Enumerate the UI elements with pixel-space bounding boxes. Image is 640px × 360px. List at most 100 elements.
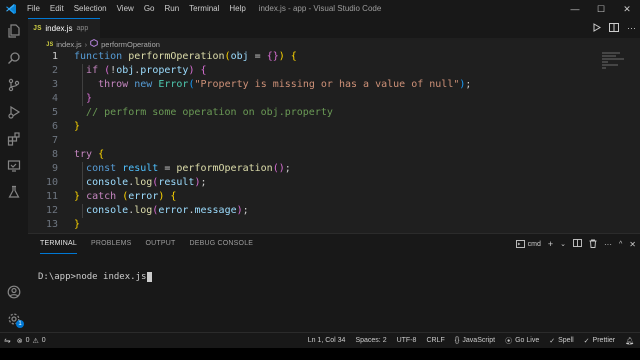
line-number: 12 <box>45 205 58 216</box>
tab-terminal[interactable]: TERMINAL <box>40 234 77 254</box>
code-text: // perform some operation on obj.propert… <box>86 107 333 118</box>
settings-gear-icon[interactable]: 1 <box>4 309 24 329</box>
split-editor-icon[interactable] <box>609 22 619 34</box>
menu-run[interactable]: Run <box>159 0 184 18</box>
check-icon: ✓ <box>549 337 556 345</box>
terminal-shell-selector[interactable]: cmd <box>515 240 541 248</box>
tab-index-js[interactable]: JS index.js app <box>28 18 100 38</box>
extensions-icon[interactable] <box>4 129 24 149</box>
tab-debug-console[interactable]: DEBUG CONSOLE <box>189 234 253 254</box>
window-controls: — ☐ ✕ <box>562 0 640 18</box>
menu-bar: File Edit Selection View Go Run Terminal… <box>22 0 251 18</box>
go-live-button[interactable]: ⦿ Go Live <box>505 336 539 346</box>
menu-terminal[interactable]: Terminal <box>184 0 224 18</box>
code-line: 6} <box>28 120 640 134</box>
terminal-output[interactable]: D:\app>node index.js <box>38 272 153 282</box>
run-file-icon[interactable] <box>592 22 601 34</box>
terminal-shell-name: cmd <box>527 240 541 248</box>
indentation[interactable]: Spaces: 2 <box>355 337 386 344</box>
code-line: 13} <box>28 218 640 232</box>
minimize-button[interactable]: — <box>562 0 588 18</box>
split-terminal-icon[interactable] <box>573 239 582 249</box>
editor-actions: ··· <box>592 18 636 38</box>
go-live-label: Go Live <box>515 337 540 344</box>
line-number: 6 <box>51 121 58 132</box>
account-icon[interactable] <box>4 282 24 302</box>
line-number: 3 <box>51 79 58 90</box>
code-text: const result = performOperation(); <box>86 163 291 174</box>
line-number: 10 <box>45 177 58 188</box>
trash-icon[interactable] <box>589 239 597 250</box>
line-number: 1 <box>51 51 58 62</box>
settings-update-badge: 1 <box>16 320 24 328</box>
javascript-file-icon: JS <box>46 40 54 48</box>
menu-view[interactable]: View <box>112 0 139 18</box>
remote-indicator-icon[interactable]: ⇋ <box>4 336 11 345</box>
more-actions-icon[interactable]: ··· <box>604 240 612 249</box>
breadcrumb-file[interactable]: index.js <box>56 40 81 49</box>
code-editor[interactable]: 1 function performOperation(obj = {}) { 2… <box>28 50 640 232</box>
double-check-icon: ✓ <box>583 337 590 345</box>
title-bar: File Edit Selection View Go Run Terminal… <box>0 0 640 18</box>
menu-selection[interactable]: Selection <box>69 0 112 18</box>
notifications-bell-icon[interactable]: 🔔︎ <box>625 337 634 345</box>
problems-indicator[interactable]: ⊗ 0 ⚠ 0 <box>17 337 46 345</box>
tab-problems[interactable]: PROBLEMS <box>91 234 132 254</box>
warning-icon: ⚠ <box>32 337 39 345</box>
javascript-file-icon: JS <box>33 24 42 33</box>
code-line: 1 function performOperation(obj = {}) { <box>28 50 640 64</box>
search-icon[interactable] <box>4 48 24 68</box>
code-text: try { <box>74 149 105 160</box>
close-panel-icon[interactable]: ✕ <box>629 240 636 249</box>
tab-label: index.js <box>45 24 73 33</box>
code-text: throw new Error("Property is missing or … <box>98 79 472 90</box>
code-line: 4 } <box>28 92 640 106</box>
code-line: 12 console.log(error.message); <box>28 204 640 218</box>
cursor-position[interactable]: Ln 1, Col 34 <box>308 337 346 344</box>
terminal-cursor <box>147 272 153 282</box>
maximize-panel-icon[interactable]: ^ <box>619 241 622 248</box>
editor-tab-strip: JS index.js app ··· <box>28 18 640 38</box>
code-line: 9 const result = performOperation(); <box>28 162 640 176</box>
language-mode[interactable]: {} JavaScript <box>455 337 495 344</box>
error-icon: ⊗ <box>16 337 23 345</box>
minimap[interactable] <box>602 52 626 70</box>
prettier-label: Prettier <box>592 337 616 344</box>
terminal-panel: TERMINAL PROBLEMS OUTPUT DEBUG CONSOLE c… <box>28 233 640 332</box>
breadcrumb-symbol[interactable]: performOperation <box>101 40 160 49</box>
code-line: 11 } catch (error) { <box>28 190 640 204</box>
menu-go[interactable]: Go <box>139 0 160 18</box>
tab-output[interactable]: OUTPUT <box>146 234 176 254</box>
code-text: if (!obj.property) { <box>86 65 207 76</box>
explorer-icon[interactable] <box>4 21 24 41</box>
prettier-button[interactable]: ✓ Prettier <box>584 337 615 345</box>
vscode-logo-icon <box>0 0 22 18</box>
remote-explorer-icon[interactable] <box>4 156 24 176</box>
status-right: Ln 1, Col 34 Spaces: 2 UTF-8 CRLF {} Jav… <box>308 333 634 348</box>
code-text: } <box>86 93 93 104</box>
close-window-button[interactable]: ✕ <box>614 0 640 18</box>
menu-file[interactable]: File <box>22 0 45 18</box>
chevron-down-icon[interactable]: ⌄ <box>560 240 566 248</box>
end-of-line[interactable]: CRLF <box>426 337 444 344</box>
more-actions-icon[interactable]: ··· <box>627 23 636 33</box>
menu-help[interactable]: Help <box>224 0 250 18</box>
code-text: } catch (error) { <box>74 191 177 202</box>
code-line: 2 if (!obj.property) { <box>28 64 640 78</box>
testing-icon[interactable] <box>4 182 24 202</box>
source-control-icon[interactable] <box>4 75 24 95</box>
terminal-icon <box>515 240 525 248</box>
new-terminal-icon[interactable]: + <box>548 239 553 249</box>
warning-count: 0 <box>41 337 46 344</box>
encoding[interactable]: UTF-8 <box>397 337 417 344</box>
menu-edit[interactable]: Edit <box>45 0 69 18</box>
spell-button[interactable]: ✓ Spell <box>549 337 573 345</box>
line-number: 11 <box>45 191 58 202</box>
code-line: 7 <box>28 134 640 148</box>
code-line: 3 throw new Error("Property is missing o… <box>28 78 640 92</box>
terminal-command-line: D:\app>node index.js <box>38 272 147 282</box>
code-text: console.log(result); <box>86 177 207 188</box>
line-number: 5 <box>51 107 58 118</box>
maximize-button[interactable]: ☐ <box>588 0 614 18</box>
run-debug-icon[interactable] <box>4 102 24 122</box>
